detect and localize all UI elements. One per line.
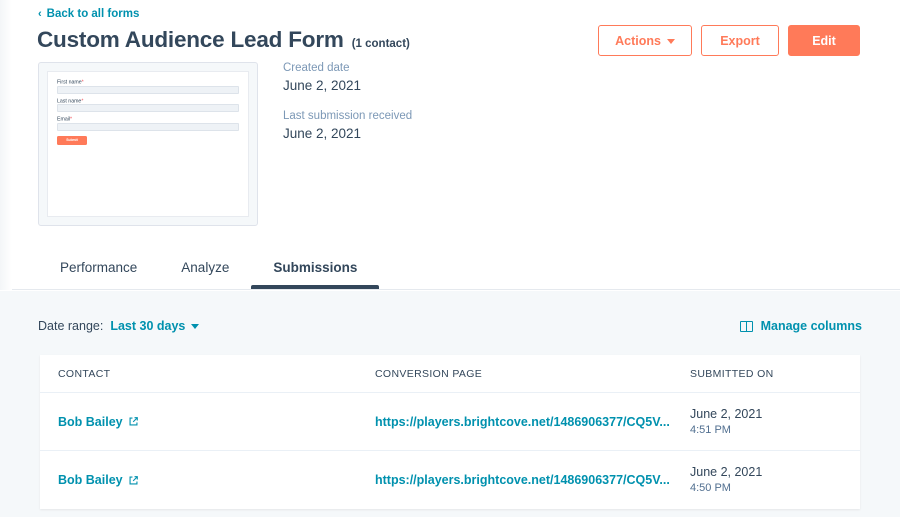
columns-icon [740,321,753,332]
left-edge-rail [0,0,12,290]
submitted-date: June 2, 2021 [690,406,860,423]
preview-field-label-last-name: Last name* [57,98,321,104]
contact-link[interactable]: Bob Bailey [58,415,139,429]
cell-submitted-on: June 2, 2021 4:50 PM [690,464,860,496]
tab-submissions[interactable]: Submissions [251,260,379,289]
edit-button[interactable]: Edit [788,25,860,56]
form-preview-card[interactable]: First name* Last name* Email* Submit [38,62,258,226]
date-range-dropdown[interactable]: Last 30 days [110,319,199,333]
preview-field-input-email [57,123,239,131]
preview-field-input-first-name [57,86,239,94]
cell-contact: Bob Bailey [40,471,375,489]
actions-button-label: Actions [615,34,661,48]
tab-performance[interactable]: Performance [38,260,159,289]
conversion-page-link[interactable]: https://players.brightcove.net/148690637… [375,473,670,487]
contact-name: Bob Bailey [58,415,123,429]
tab-analyze[interactable]: Analyze [159,260,251,289]
submissions-section: Date range: Last 30 days Manage columns … [0,291,900,517]
actions-button[interactable]: Actions [598,25,692,56]
preview-field-label-email: Email* [57,116,321,122]
preview-field-label-first-name: First name* [57,79,321,85]
column-header-conversion-page[interactable]: CONVERSION PAGE [375,368,690,380]
form-preview-inner: First name* Last name* Email* Submit [47,71,249,217]
edit-button-label: Edit [812,34,836,48]
submissions-table: CONTACT CONVERSION PAGE SUBMITTED ON Bob… [40,355,860,509]
chevron-down-icon [667,39,675,44]
preview-submit-button: Submit [57,136,87,145]
column-header-submitted-on[interactable]: SUBMITTED ON [690,368,860,380]
table-row[interactable]: Bob Bailey https://players.brightcove.ne… [40,393,860,451]
manage-columns-button[interactable]: Manage columns [740,319,862,333]
column-header-contact[interactable]: CONTACT [40,368,375,380]
form-meta: Created date June 2, 2021 Last submissio… [283,62,412,158]
last-submission-value: June 2, 2021 [283,126,412,141]
created-date-label: Created date [283,62,412,74]
cell-submitted-on: June 2, 2021 4:51 PM [690,406,860,438]
created-date-value: June 2, 2021 [283,78,412,93]
last-submission-block: Last submission received June 2, 2021 [283,110,412,141]
table-row[interactable]: Bob Bailey https://players.brightcove.ne… [40,451,860,509]
submitted-time: 4:51 PM [690,423,860,438]
chevron-left-icon: ‹ [38,9,42,20]
cell-conversion-page: https://players.brightcove.net/148690637… [375,413,690,431]
date-range-control: Date range: Last 30 days [38,319,199,333]
title-row: Custom Audience Lead Form (1 contact) [37,27,410,53]
export-button[interactable]: Export [701,25,779,56]
header-actions: Actions Export Edit [598,25,860,56]
submitted-date: June 2, 2021 [690,464,860,481]
submitted-time: 4:50 PM [690,481,860,496]
contact-name: Bob Bailey [58,473,123,487]
contact-link[interactable]: Bob Bailey [58,473,139,487]
last-submission-label: Last submission received [283,110,412,122]
table-header-row: CONTACT CONVERSION PAGE SUBMITTED ON [40,355,860,393]
cell-conversion-page: https://players.brightcove.net/148690637… [375,471,690,489]
external-link-icon [128,475,139,486]
page-header-section: ‹ Back to all forms Custom Audience Lead… [0,0,900,290]
manage-columns-label: Manage columns [761,319,862,333]
created-date-block: Created date June 2, 2021 [283,62,412,93]
submissions-toolbar: Date range: Last 30 days Manage columns [0,291,900,349]
chevron-down-icon [191,324,199,329]
preview-field-input-last-name [57,104,239,112]
back-to-all-forms-link[interactable]: ‹ Back to all forms [38,8,139,20]
external-link-icon [128,416,139,427]
contact-count-label: (1 contact) [352,38,410,50]
conversion-page-link[interactable]: https://players.brightcove.net/148690637… [375,415,670,429]
back-link-label: Back to all forms [47,8,140,20]
form-detail-page: ‹ Back to all forms Custom Audience Lead… [0,0,900,517]
date-range-label: Date range: [38,319,103,333]
tab-bar: Performance Analyze Submissions [38,260,379,289]
cell-contact: Bob Bailey [40,413,375,431]
page-title: Custom Audience Lead Form [37,27,344,53]
export-button-label: Export [720,34,760,48]
date-range-value: Last 30 days [110,319,185,333]
